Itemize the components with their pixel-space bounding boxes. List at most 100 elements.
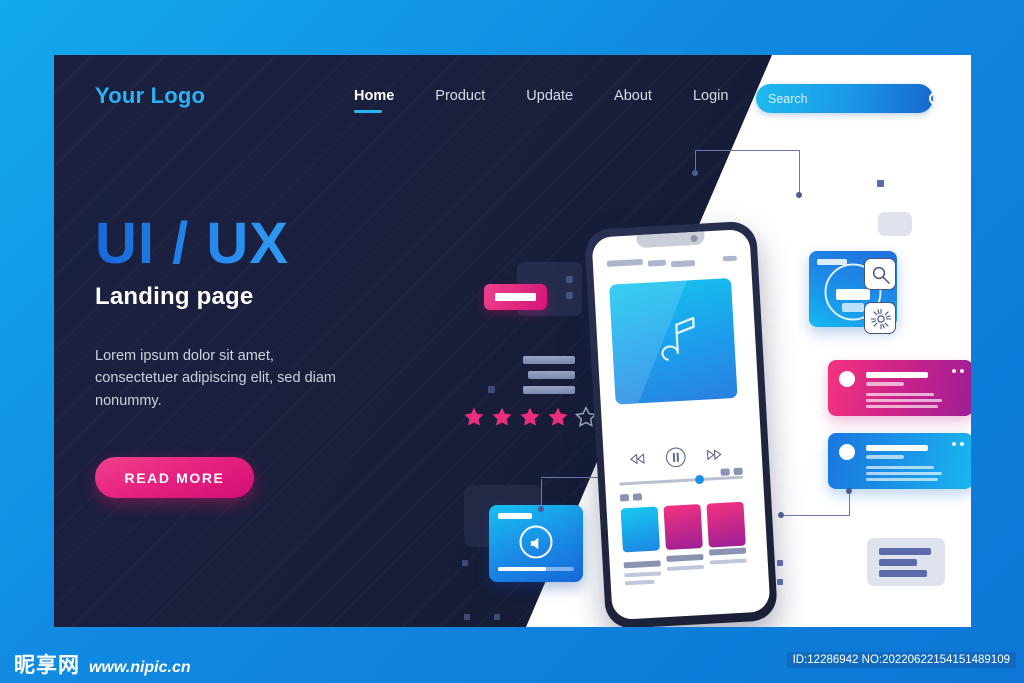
deco-square	[777, 579, 783, 585]
connector-dot	[692, 170, 698, 176]
nav-item-about[interactable]: About	[614, 88, 652, 113]
search-icon	[872, 266, 890, 284]
list-line	[879, 570, 927, 577]
hero-section: UI / UX Landing page Lorem ipsum dolor s…	[95, 215, 405, 412]
playback-progress-slider[interactable]	[619, 474, 744, 486]
status-line	[670, 259, 696, 268]
video-card[interactable]	[489, 505, 583, 582]
main-navigation: Home Product Update About Login	[354, 88, 728, 113]
star-filled-icon	[492, 407, 512, 426]
nav-item-update[interactable]: Update	[526, 88, 573, 113]
pill-label-bar	[495, 293, 536, 301]
message-card-pink[interactable]	[828, 360, 971, 416]
deco-square	[488, 386, 495, 393]
fast-forward-icon[interactable]	[706, 449, 722, 464]
connector-line	[541, 479, 542, 509]
video-title-bar	[498, 513, 532, 519]
phone-mockup	[583, 220, 779, 627]
nav-item-home[interactable]: Home	[354, 88, 394, 113]
item-label	[624, 579, 655, 586]
site-logo[interactable]: Your Logo	[95, 83, 205, 109]
image-id-tag: ID:12286942 NO:20220622154151489109	[786, 652, 1016, 668]
deco-square	[777, 560, 783, 566]
front-camera-icon	[690, 234, 698, 243]
deco-square	[462, 560, 468, 566]
music-note-icon	[661, 317, 695, 361]
item-label	[666, 564, 705, 572]
deco-square	[877, 180, 884, 187]
item-label	[624, 571, 662, 578]
item-label	[709, 558, 747, 565]
placeholder-line	[528, 371, 575, 379]
search-bar[interactable]	[756, 84, 942, 113]
footer-watermark-bar: 昵享网 www.nipic.cn ID:12286942 NO:20220622…	[0, 640, 1024, 683]
message-line	[866, 405, 938, 408]
deco-square	[632, 493, 643, 501]
page-subtitle: Landing page	[95, 283, 254, 310]
star-filled-icon	[464, 407, 484, 426]
item-label	[623, 560, 661, 569]
connector-line	[695, 150, 799, 151]
connector-dot	[796, 192, 802, 198]
rewind-icon[interactable]	[630, 453, 646, 468]
play-pause-icon[interactable]	[664, 446, 687, 472]
window-title-bar	[817, 259, 847, 265]
deco-square	[464, 614, 470, 620]
landing-page-artboard: Your Logo Home Product Update About Logi…	[54, 55, 971, 627]
star-filled-icon	[520, 407, 540, 426]
read-more-button[interactable]: READ MORE	[95, 457, 254, 498]
status-line	[606, 258, 644, 267]
avatar	[839, 371, 855, 387]
pink-button-element[interactable]	[484, 284, 547, 310]
nav-item-login[interactable]: Login	[693, 88, 728, 113]
message-line	[866, 382, 904, 386]
menu-dot-icon	[566, 276, 573, 283]
video-progress-bar[interactable]	[498, 567, 574, 571]
connector-line	[849, 492, 850, 516]
message-line	[866, 455, 904, 459]
search-input[interactable]	[768, 91, 929, 106]
album-art	[609, 277, 738, 405]
list-line	[879, 559, 917, 566]
item-label	[666, 553, 704, 563]
gray-list-card[interactable]	[867, 538, 945, 586]
page-root: Your Logo Home Product Update About Logi…	[0, 0, 1024, 683]
search-icon[interactable]	[929, 92, 942, 105]
menu-dot-icon	[566, 292, 573, 299]
status-line	[647, 259, 667, 267]
list-item[interactable]	[620, 506, 660, 553]
ghost-chip	[878, 212, 912, 236]
list-item[interactable]	[706, 501, 746, 548]
phone-notch	[636, 231, 705, 249]
watermark: 昵享网 www.nipic.cn	[14, 649, 191, 679]
speaker-icon	[519, 525, 553, 559]
nav-item-product[interactable]: Product	[435, 88, 485, 113]
message-line	[866, 472, 942, 475]
message-card-blue[interactable]	[828, 433, 971, 489]
placeholder-line	[523, 356, 575, 364]
status-line	[722, 255, 737, 262]
avatar	[839, 444, 855, 460]
brightness-icon-box[interactable]	[864, 302, 896, 334]
deco-square	[494, 614, 500, 620]
connector-line	[695, 150, 696, 172]
deco-square	[733, 467, 743, 476]
item-label	[709, 547, 747, 556]
message-line	[866, 393, 934, 396]
brightness-icon	[870, 308, 892, 330]
slider-knob[interactable]	[694, 474, 705, 485]
connector-dot	[778, 512, 784, 518]
window-dots-icon	[952, 369, 964, 373]
list-line	[879, 548, 931, 555]
window-dots-icon	[952, 442, 964, 446]
content-bar	[842, 303, 864, 312]
hero-body-text: Lorem ipsum dolor sit amet, consectetuer…	[95, 348, 336, 409]
phone-screen	[591, 228, 771, 621]
search-icon-box[interactable]	[864, 258, 896, 290]
connector-line	[541, 477, 598, 478]
connector-dot	[538, 506, 544, 512]
connector-dot	[846, 488, 852, 494]
page-title: UI / UX	[95, 215, 405, 273]
list-item[interactable]	[663, 504, 703, 551]
message-line	[866, 478, 938, 481]
